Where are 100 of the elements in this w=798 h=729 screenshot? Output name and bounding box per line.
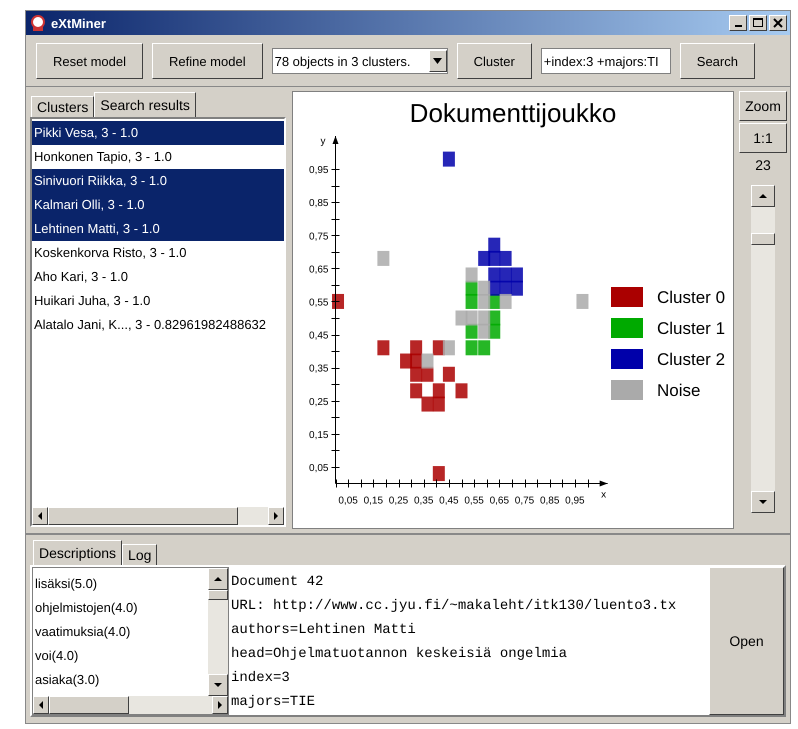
result-item[interactable]: Pikki Vesa, 3 - 1.0 — [32, 121, 284, 145]
data-point — [432, 396, 445, 412]
tab[interactable]: Log — [122, 544, 158, 565]
legend-label: Cluster 1 — [657, 319, 726, 338]
vertical-scrollbar[interactable] — [208, 568, 228, 696]
tab[interactable]: Descriptions — [33, 540, 122, 565]
maximize-button[interactable] — [749, 15, 767, 31]
data-point — [478, 324, 490, 339]
left-arrow-icon[interactable] — [37, 701, 45, 709]
result-item[interactable]: Koskenkorva Risto, 3 - 1.0 — [32, 241, 284, 265]
close-icon — [773, 18, 783, 28]
chart-title: Dokumenttijoukko — [410, 98, 616, 128]
result-item[interactable]: Huikari Juha, 3 - 1.0 — [32, 289, 284, 313]
y-tick-label: 0,95 — [309, 165, 328, 176]
data-point — [377, 250, 390, 266]
data-point — [456, 383, 468, 398]
window-title: eXtMiner — [51, 16, 107, 30]
zoom-button[interactable]: Zoom — [739, 91, 787, 121]
data-point — [410, 354, 422, 369]
search-field[interactable]: +index:3 +majors:TI — [540, 48, 671, 74]
data-point — [500, 250, 512, 266]
text-line: head=Ohjelmatuotannon keskeisiä ongelmia — [231, 645, 568, 664]
down-arrow-icon[interactable] — [214, 681, 222, 689]
text-line: authors=Lehtinen Matti — [231, 621, 417, 640]
keyword-item[interactable]: vaatimuksia(4.0) — [33, 620, 208, 644]
x-tick-label: 0,55 — [464, 496, 484, 506]
down-arrow-icon[interactable] — [759, 498, 767, 506]
toolbar-button[interactable]: Search — [680, 43, 755, 79]
zoom-value: 23 — [755, 156, 771, 175]
y-tick-label: 0,35 — [309, 364, 328, 375]
horizontal-scrollbar[interactable] — [33, 696, 228, 714]
keyword-item[interactable]: voi(4.0) — [33, 644, 208, 668]
data-point — [510, 280, 523, 296]
x-tick-label: 0,25 — [388, 496, 408, 506]
right-arrow-icon[interactable] — [216, 701, 224, 709]
y-tick-label: 0,85 — [309, 198, 328, 210]
result-item[interactable]: Alatalo Jani, K..., 3 - 0.82961982488632 — [32, 313, 284, 337]
result-item[interactable]: Sinivuori Riikka, 3 - 1.0 — [32, 169, 284, 193]
up-arrow-icon[interactable] — [214, 575, 222, 583]
y-tick-label: 0,05 — [309, 462, 328, 474]
data-point — [466, 340, 478, 356]
cluster-dropdown[interactable]: 78 objects in 3 clusters. — [272, 48, 448, 74]
data-point — [410, 340, 422, 356]
x-tick-label: 0,05 — [338, 496, 358, 506]
minimize-button[interactable] — [729, 15, 747, 31]
y-tick-label: 0,75 — [309, 231, 328, 242]
data-point — [442, 340, 455, 356]
result-item[interactable]: Aho Kari, 3 - 1.0 — [32, 265, 284, 289]
vertical-scrollbar[interactable] — [751, 185, 775, 513]
x-tick-label: 0,85 — [540, 496, 560, 506]
right-arrow-icon[interactable] — [272, 512, 280, 520]
toolbar-button[interactable]: Cluster — [456, 43, 532, 79]
x-tick-label: 0,65 — [490, 496, 510, 506]
reset-zoom-button[interactable]: 1:1 — [739, 123, 787, 153]
result-item[interactable]: Lehtinen Matti, 3 - 1.0 — [32, 217, 284, 241]
data-point — [500, 294, 512, 309]
text-line: majors=TIE — [231, 693, 316, 712]
data-point — [432, 340, 445, 356]
toolbar-button[interactable]: Reset model — [36, 43, 143, 79]
data-point — [478, 340, 490, 356]
y-tick-label: 0,25 — [309, 396, 328, 408]
y-tick-label: 0,65 — [309, 264, 328, 276]
horizontal-scrollbar[interactable] — [32, 507, 284, 525]
data-point — [432, 466, 445, 482]
minimize-icon — [734, 25, 742, 27]
x-axis-label: x — [601, 490, 606, 500]
keyword-item[interactable]: lisäksi(5.0) — [33, 572, 208, 596]
scroll-thumb[interactable] — [48, 507, 238, 525]
data-point — [488, 238, 500, 253]
result-item[interactable]: Honkonen Tapio, 3 - 1.0 — [32, 145, 284, 169]
data-point — [466, 310, 478, 326]
data-point — [466, 294, 478, 309]
tab[interactable]: Search results — [94, 92, 196, 117]
data-point — [576, 294, 588, 309]
close-button[interactable] — [769, 15, 787, 31]
toolbar-button[interactable]: Refine model — [152, 43, 263, 79]
left-arrow-icon[interactable] — [36, 512, 44, 520]
scroll-thumb[interactable] — [751, 233, 775, 245]
keyword-item[interactable]: ohjelmistojen(4.0) — [33, 596, 208, 620]
data-point — [500, 280, 512, 296]
data-point — [478, 250, 490, 266]
data-point — [488, 267, 500, 282]
up-arrow-icon[interactable] — [759, 192, 767, 200]
legend-label: Cluster 0 — [657, 288, 726, 307]
app-icon — [29, 14, 47, 32]
maximize-icon — [753, 18, 763, 28]
y-tick-label: 0,55 — [309, 297, 328, 308]
scroll-thumb[interactable] — [49, 696, 129, 714]
open-button[interactable]: Open — [709, 567, 784, 715]
result-item[interactable]: Kalmari Olli, 3 - 1.0 — [32, 193, 284, 217]
scroll-thumb[interactable] — [208, 590, 228, 600]
tab[interactable]: Clusters — [31, 96, 94, 117]
legend-label: Cluster 2 — [657, 350, 726, 369]
text-line: Document 42 — [231, 573, 324, 592]
data-point — [421, 396, 434, 412]
text-line: URL: http://www.cc.jyu.fi/~makaleht/itk130/luento3.tx — [231, 597, 678, 616]
keyword-item[interactable]: asiaka(3.0) — [33, 668, 208, 692]
y-tick-label: 0,15 — [309, 430, 328, 441]
y-tick-label: 0,45 — [309, 330, 328, 342]
data-point — [500, 267, 512, 282]
